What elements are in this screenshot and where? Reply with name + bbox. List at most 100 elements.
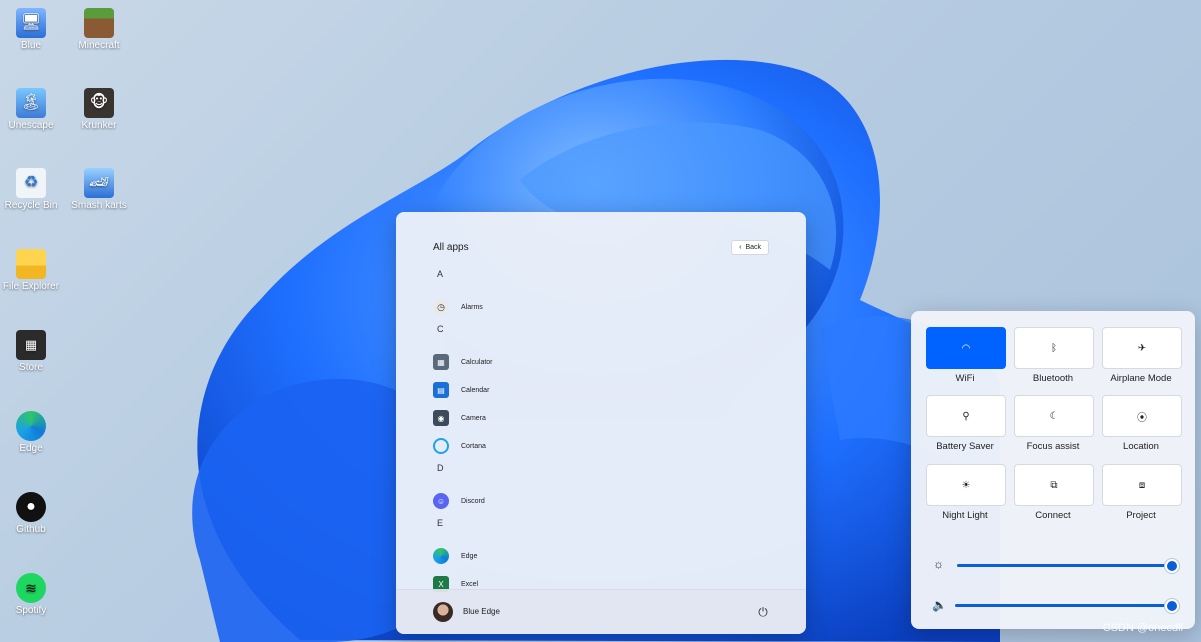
all-apps-title: All apps: [433, 242, 469, 253]
desktop-icon-recycle-bin[interactable]: ♻ Recycle Bin: [0, 168, 62, 212]
desktop-icon-blue[interactable]: 🖥 Blue: [0, 8, 62, 52]
app-name: Calculator: [461, 358, 493, 366]
desktop-icon-minecraft[interactable]: Minecraft: [68, 8, 130, 52]
tile-label-airplane-mode: Airplane Mode: [1110, 373, 1172, 384]
brightness-slider[interactable]: [957, 564, 1171, 567]
tile-focus-assist[interactable]: ☾: [1014, 395, 1094, 437]
volume-slider[interactable]: [955, 604, 1171, 607]
smash-karts-icon: 🏎: [84, 168, 114, 198]
desktop-icon-file-explorer[interactable]: File Explorer: [0, 249, 62, 293]
tile-label-focus-assist: Focus assist: [1026, 441, 1080, 452]
app-name: Edge: [461, 552, 478, 560]
section-letter[interactable]: C: [433, 321, 773, 348]
desktop-icon-label: Spotify: [15, 605, 47, 616]
recycle-bin-icon: ♻: [16, 168, 46, 198]
app-list[interactable]: A ◷ Alarms C ▦ Calculator ▤ Calendar ◉ C…: [433, 266, 773, 592]
volume-slider-thumb[interactable]: [1165, 599, 1179, 613]
app-name: Camera: [461, 414, 486, 422]
desktop-icon-spotify[interactable]: ≋ Spotify: [0, 573, 62, 617]
calculator-icon: ▦: [433, 354, 449, 370]
unescape-icon: 🏝: [16, 88, 46, 118]
tile-label-night-light: Night Light: [942, 510, 988, 521]
wifi-icon: ◠: [961, 342, 971, 354]
tile-label-battery-saver: Battery Saver: [936, 441, 994, 452]
power-icon[interactable]: ⏻: [756, 605, 770, 619]
avatar[interactable]: [433, 602, 453, 622]
app-name: Excel: [461, 580, 479, 588]
sun-icon: ☀: [961, 479, 971, 491]
desktop-icon-krunker[interactable]: 🐵 Krunker: [68, 88, 130, 132]
tile-wifi[interactable]: ◠: [926, 327, 1006, 369]
connect-icon: ⧉: [1050, 479, 1058, 491]
section-letter[interactable]: A: [433, 266, 773, 293]
project-icon: ⧈: [1138, 479, 1146, 491]
camera-icon: ◉: [433, 410, 449, 426]
desktop-icon-label: File Explorer: [2, 281, 60, 292]
desktop-icon-label: Edge: [19, 443, 43, 454]
desktop-icon-label: Recycle Bin: [4, 200, 58, 211]
section-letter[interactable]: D: [433, 460, 773, 487]
tile-bluetooth[interactable]: ᛒ: [1014, 327, 1094, 369]
tile-label-bluetooth: Bluetooth: [1032, 373, 1074, 384]
minecraft-icon: [84, 8, 114, 38]
desktop-icon-label: Minecraft: [78, 40, 120, 51]
back-button-label: Back: [745, 244, 761, 251]
discord-icon: ☺: [433, 493, 449, 509]
spotify-icon: ≋: [16, 573, 46, 603]
quick-settings-panel: ◠ WiFi ᛒ Bluetooth ✈ Airplane Mode ⚲ Bat…: [911, 311, 1195, 629]
bluetooth-icon: ᛒ: [1051, 342, 1057, 354]
tile-project[interactable]: ⧈: [1102, 464, 1182, 506]
brightness-icon: ☼: [933, 557, 944, 571]
tile-battery-saver[interactable]: ⚲: [926, 395, 1006, 437]
tile-airplane-mode[interactable]: ✈: [1102, 327, 1182, 369]
app-name: Discord: [461, 497, 485, 505]
desktop-icon-smash-karts[interactable]: 🏎 Smash karts: [68, 168, 130, 212]
app-item-alarms[interactable]: ◷ Alarms: [433, 293, 773, 321]
battery-saver-icon: ⚲: [962, 410, 970, 422]
cortana-icon: [433, 438, 449, 454]
krunker-icon: 🐵: [84, 88, 114, 118]
app-name: Calendar: [461, 386, 490, 394]
edge-icon: [433, 548, 449, 564]
tile-connect[interactable]: ⧉: [1014, 464, 1094, 506]
tile-label-location: Location: [1123, 441, 1159, 452]
user-monitor-icon: 🖥: [16, 8, 46, 38]
airplane-icon: ✈: [1137, 342, 1147, 354]
section-letter[interactable]: E: [433, 515, 773, 542]
desktop-icon-store[interactable]: ▦ Store: [0, 330, 62, 374]
desktop-icon-label: Blue: [20, 40, 41, 51]
watermark: CSDN @onecdll: [1102, 622, 1183, 634]
back-button[interactable]: ‹ Back: [731, 240, 769, 255]
app-item-calculator[interactable]: ▦ Calculator: [433, 348, 773, 376]
edge-icon: [16, 411, 46, 441]
moon-icon: ☾: [1049, 410, 1059, 422]
start-footer: Blue Edge ⏻: [396, 589, 806, 634]
app-item-discord[interactable]: ☺ Discord: [433, 487, 773, 515]
app-item-cortana[interactable]: Cortana: [433, 432, 773, 460]
tile-location[interactable]: ⦿: [1102, 395, 1182, 437]
app-name: Alarms: [461, 303, 483, 311]
desktop-icon-label: Smash karts: [71, 200, 127, 211]
tile-label-connect: Connect: [1035, 510, 1071, 521]
tile-label-wifi: WiFi: [955, 373, 975, 384]
user-name[interactable]: Blue Edge: [463, 607, 500, 616]
app-item-camera[interactable]: ◉ Camera: [433, 404, 773, 432]
desktop-icon-label: Unescape: [8, 120, 54, 131]
app-name: Cortana: [461, 442, 486, 450]
alarm-clock-icon: ◷: [433, 299, 449, 315]
app-item-calendar[interactable]: ▤ Calendar: [433, 376, 773, 404]
desktop-icon-edge[interactable]: Edge: [0, 411, 62, 455]
desktop-icon-unescape[interactable]: 🏝 Unescape: [0, 88, 62, 132]
location-icon: ⦿: [1137, 412, 1147, 424]
desktop-icon-github[interactable]: ● Github: [0, 492, 62, 536]
tile-night-light[interactable]: ☀: [926, 464, 1006, 506]
desktop-icon-label: Krunker: [81, 120, 117, 131]
app-item-edge[interactable]: Edge: [433, 542, 773, 570]
folder-icon: [16, 249, 46, 279]
desktop-icon-label: Store: [19, 362, 43, 373]
github-icon: ●: [16, 492, 46, 522]
tile-label-project: Project: [1126, 510, 1156, 521]
desktop-icon-label: Github: [16, 524, 46, 535]
brightness-slider-thumb[interactable]: [1165, 559, 1179, 573]
calendar-icon: ▤: [433, 382, 449, 398]
